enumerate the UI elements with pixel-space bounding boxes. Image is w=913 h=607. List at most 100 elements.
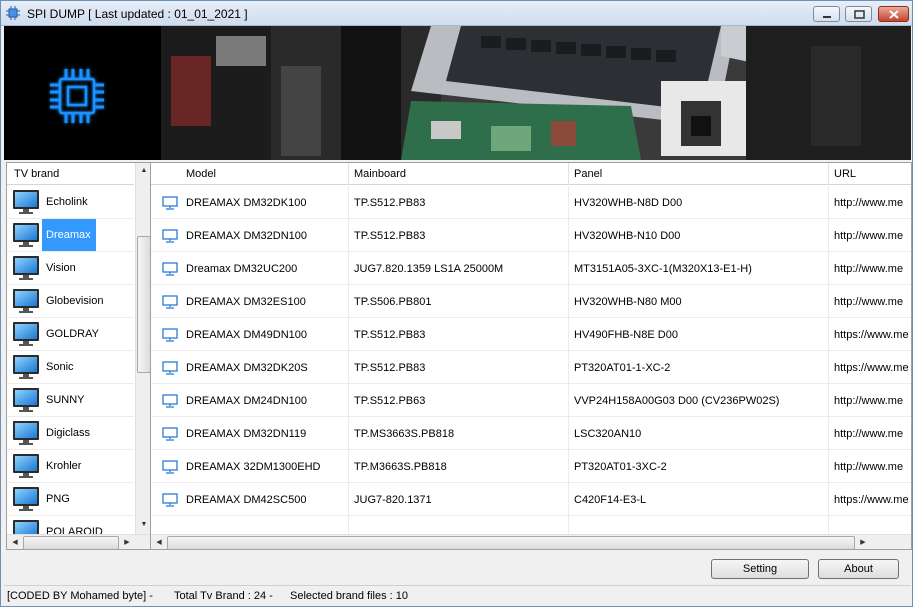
- cell-model: [151, 516, 349, 534]
- scroll-down-arrow-icon[interactable]: ▼: [136, 517, 150, 533]
- cell-panel[interactable]: HV320WHB-N10 D00: [569, 219, 829, 252]
- cell-mainboard[interactable]: TP.S512.PB83: [349, 351, 569, 384]
- table-row[interactable]: DREAMAX DM32DK100 TP.S512.PB83 HV320WHB-N8…: [151, 186, 911, 219]
- table-body[interactable]: DREAMAX DM32DK100 TP.S512.PB83 HV320WHB-N8…: [151, 186, 911, 534]
- column-header-model[interactable]: Model: [151, 163, 349, 185]
- maximize-icon: [854, 10, 865, 19]
- table-row[interactable]: DREAMAX DM42SC500 JUG7-820.1371 C420F14-E3…: [151, 483, 911, 516]
- brand-item[interactable]: GOLDRAY: [7, 318, 134, 351]
- url-text: http://www.me: [834, 428, 904, 440]
- cell-mainboard[interactable]: TP.S512.PB63: [349, 384, 569, 417]
- brand-column-header[interactable]: TV brand: [7, 163, 134, 185]
- cell-model[interactable]: DREAMAX DM32DK100: [151, 186, 349, 219]
- mainboard-text: TP.S506.PB801: [354, 296, 432, 308]
- brand-horizontal-scrollbar[interactable]: ◀ ▶: [7, 534, 150, 549]
- cell-model[interactable]: Dreamax DM32UC200: [151, 252, 349, 285]
- status-coded-by: [CODED BY Mohamed byte] -: [7, 590, 153, 602]
- cell-url[interactable]: https://www.me: [829, 318, 911, 351]
- window-title: SPI DUMP [ Last updated : 01_01_2021 ]: [27, 7, 248, 21]
- brand-item[interactable]: Dreamax: [7, 219, 134, 252]
- cell-panel[interactable]: HV490FHB-N8E D00: [569, 318, 829, 351]
- column-header-panel[interactable]: Panel: [569, 163, 829, 185]
- cell-model[interactable]: DREAMAX DM49DN100: [151, 318, 349, 351]
- brand-list[interactable]: Echolink Dreamax Vision Globevision GOLDRAY S…: [7, 186, 134, 534]
- brand-vertical-scroll-thumb[interactable]: [137, 236, 150, 373]
- cell-mainboard[interactable]: TP.S512.PB83: [349, 186, 569, 219]
- model-table-panel[interactable]: Model Mainboard Panel URL DREAMAX DM32DK…: [150, 162, 912, 550]
- scroll-left-arrow-icon[interactable]: ◀: [151, 535, 167, 549]
- table-row[interactable]: DREAMAX DM24DN100 TP.S512.PB63 VVP24H158A0…: [151, 384, 911, 417]
- table-row[interactable]: DREAMAX DM49DN100 TP.S512.PB83 HV490FHB-N8…: [151, 318, 911, 351]
- panel-text: MT3151A05-3XC-1(M320X13-E1-H): [574, 263, 752, 275]
- cell-model[interactable]: DREAMAX 32DM1300EHD: [151, 450, 349, 483]
- table-row[interactable]: Dreamax DM32UC200 JUG7.820.1359 LS1A 2500…: [151, 252, 911, 285]
- cell-url[interactable]: http://www.me: [829, 450, 911, 483]
- cell-url[interactable]: http://www.me: [829, 417, 911, 450]
- table-horizontal-scroll-thumb[interactable]: [167, 536, 855, 549]
- brand-item[interactable]: Globevision: [7, 285, 134, 318]
- cell-model[interactable]: DREAMAX DM24DN100: [151, 384, 349, 417]
- table-row[interactable]: DREAMAX DM32ES100 TP.S506.PB801 HV320WHB-N…: [151, 285, 911, 318]
- cell-url[interactable]: http://www.me: [829, 252, 911, 285]
- cell-url[interactable]: http://www.me: [829, 186, 911, 219]
- setting-button[interactable]: Setting: [711, 559, 809, 579]
- cell-panel[interactable]: PT320AT01-1-XC-2: [569, 351, 829, 384]
- brand-item[interactable]: SUNNY: [7, 384, 134, 417]
- brand-item[interactable]: Echolink: [7, 186, 134, 219]
- cell-mainboard[interactable]: TP.MS3663S.PB818: [349, 417, 569, 450]
- cell-url[interactable]: https://www.me: [829, 483, 911, 516]
- table-horizontal-scrollbar[interactable]: ◀ ▶: [151, 534, 911, 549]
- maximize-button[interactable]: [845, 6, 872, 22]
- cell-url[interactable]: http://www.me: [829, 219, 911, 252]
- cell-panel[interactable]: MT3151A05-3XC-1(M320X13-E1-H): [569, 252, 829, 285]
- scroll-up-arrow-icon[interactable]: ▲: [136, 163, 150, 179]
- cell-mainboard[interactable]: TP.S512.PB83: [349, 318, 569, 351]
- brand-item[interactable]: Krohler: [7, 450, 134, 483]
- scroll-left-arrow-icon[interactable]: ◀: [7, 535, 23, 549]
- close-button[interactable]: [878, 6, 909, 22]
- table-row[interactable]: DREAMAX DM32DK20S TP.S512.PB83 PT320AT01-1…: [151, 351, 911, 384]
- cell-url[interactable]: http://www.me: [829, 285, 911, 318]
- brand-item[interactable]: Sonic: [7, 351, 134, 384]
- brand-vertical-scrollbar[interactable]: ▲ ▼: [135, 163, 150, 534]
- cell-panel[interactable]: HV320WHB-N80 M00: [569, 285, 829, 318]
- cell-model[interactable]: DREAMAX DM32DK20S: [151, 351, 349, 384]
- brand-item[interactable]: Digiclass: [7, 417, 134, 450]
- about-button[interactable]: About: [818, 559, 899, 579]
- cell-mainboard[interactable]: TP.S506.PB801: [349, 285, 569, 318]
- table-row[interactable]: DREAMAX 32DM1300EHD TP.M3663S.PB818 PT320A…: [151, 450, 911, 483]
- table-row[interactable]: DREAMAX DM32DN119 TP.MS3663S.PB818 LSC320A…: [151, 417, 911, 450]
- cell-mainboard[interactable]: TP.M3663S.PB818: [349, 450, 569, 483]
- brand-list-panel[interactable]: TV brand Echolink Dreamax Vision Globevisio…: [6, 162, 151, 550]
- brand-item-label: SUNNY: [46, 394, 85, 406]
- cell-panel[interactable]: PT320AT01-3XC-2: [569, 450, 829, 483]
- scroll-right-arrow-icon[interactable]: ▶: [119, 535, 135, 549]
- cell-model[interactable]: DREAMAX DM32DN119: [151, 417, 349, 450]
- cell-model[interactable]: DREAMAX DM42SC500: [151, 483, 349, 516]
- panel-text: HV320WHB-N8D D00: [574, 197, 683, 209]
- scroll-right-arrow-icon[interactable]: ▶: [855, 535, 871, 549]
- cell-model[interactable]: DREAMAX DM32DN100: [151, 219, 349, 252]
- brand-horizontal-scroll-thumb[interactable]: [23, 536, 119, 549]
- cell-url[interactable]: https://www.me: [829, 351, 911, 384]
- column-label: Mainboard: [354, 168, 406, 180]
- cell-mainboard[interactable]: TP.S512.PB83: [349, 219, 569, 252]
- cell-panel[interactable]: HV320WHB-N8D D00: [569, 186, 829, 219]
- minimize-button[interactable]: [813, 6, 840, 22]
- cell-panel[interactable]: C420F14-E3-L: [569, 483, 829, 516]
- cell-mainboard[interactable]: JUG7-820.1371: [349, 483, 569, 516]
- column-header-url[interactable]: URL: [829, 163, 911, 185]
- column-header-mainboard[interactable]: Mainboard: [349, 163, 569, 185]
- brand-item[interactable]: Vision: [7, 252, 134, 285]
- cell-panel[interactable]: VVP24H158A00G03 D00 (CV236PW02S): [569, 384, 829, 417]
- cell-panel[interactable]: LSC320AN10: [569, 417, 829, 450]
- cell-model[interactable]: DREAMAX DM32ES100: [151, 285, 349, 318]
- brand-item[interactable]: POLAROID: [7, 516, 134, 534]
- brand-item[interactable]: PNG: [7, 483, 134, 516]
- cell-mainboard[interactable]: JUG7.820.1359 LS1A 25000M: [349, 252, 569, 285]
- cell-url[interactable]: http://www.me: [829, 384, 911, 417]
- table-row[interactable]: DREAMAX DM32DN100 TP.S512.PB83 HV320WHB-N1…: [151, 219, 911, 252]
- brand-item-label: Globevision: [46, 295, 104, 307]
- title-bar[interactable]: SPI DUMP [ Last updated : 01_01_2021 ]: [1, 1, 912, 26]
- status-selected-files: Selected brand files : 10: [290, 590, 409, 602]
